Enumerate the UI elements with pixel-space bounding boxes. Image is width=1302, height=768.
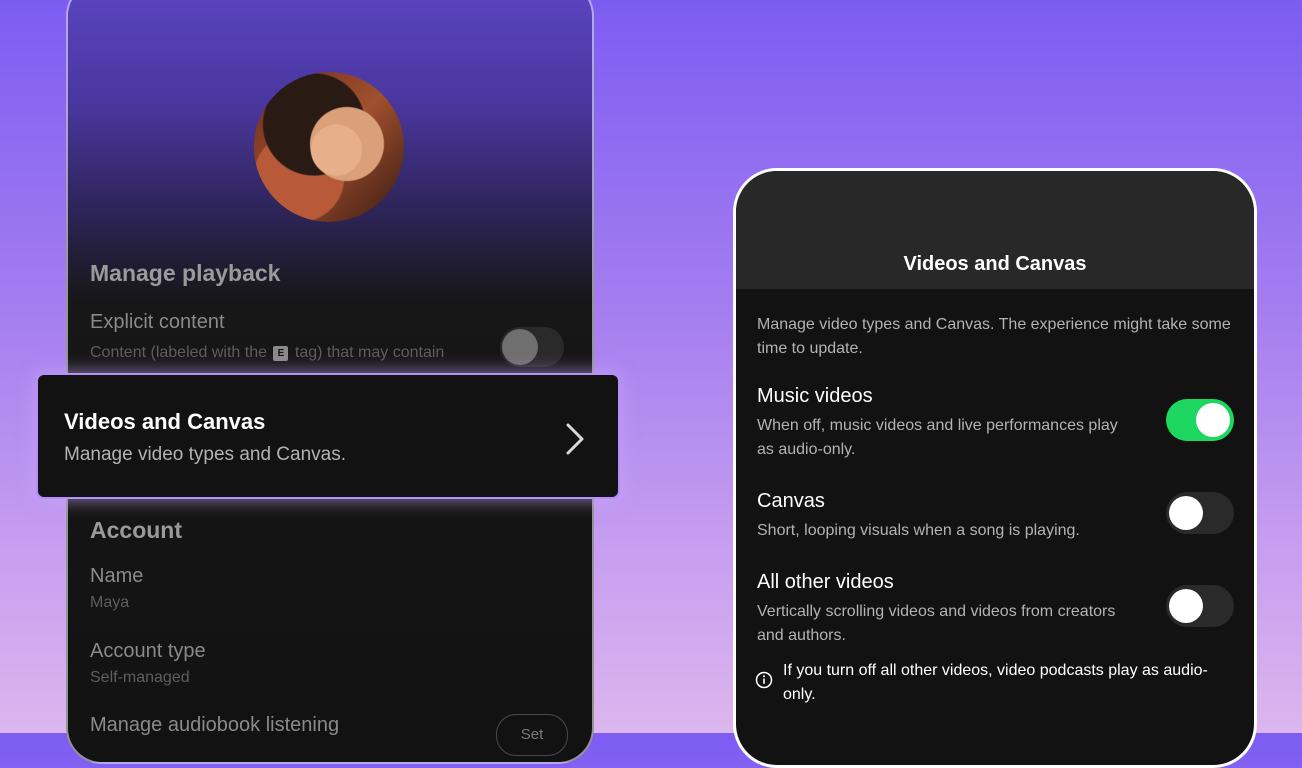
toggle-knob (502, 329, 538, 365)
right-phone-videos-canvas-screen: Videos and Canvas Manage video types and… (733, 168, 1257, 768)
profile-avatar[interactable] (254, 72, 404, 222)
videos-and-canvas-title: Videos and Canvas (64, 409, 266, 434)
explicit-content-title: Explicit content (90, 311, 225, 333)
name-value: Maya (90, 594, 130, 611)
explicit-content-toggle[interactable] (500, 327, 564, 367)
screen-title: Videos and Canvas (903, 253, 1087, 275)
info-icon (755, 671, 773, 689)
manage-playback-heading: Manage playback (90, 260, 281, 286)
canvas-title: Canvas (757, 490, 825, 512)
intro-text: Manage video types and Canvas. The exper… (757, 316, 1231, 357)
canvas-toggle[interactable] (1166, 492, 1234, 534)
all-other-videos-toggle[interactable] (1166, 585, 1234, 627)
music-videos-toggle[interactable] (1166, 399, 1234, 441)
screen-header: Videos and Canvas (736, 171, 1254, 289)
account-type-value: Self-managed (90, 669, 190, 686)
chevron-right-icon (566, 423, 584, 455)
explicit-content-description: Content (labeled with the E tag) that ma… (90, 344, 444, 362)
explicit-tag-icon: E (273, 346, 289, 361)
info-note-text: If you turn off all other videos, video … (783, 662, 1208, 703)
toggle-knob (1196, 403, 1230, 437)
music-videos-title: Music videos (757, 385, 873, 407)
music-videos-description: When off, music videos and live performa… (757, 417, 1118, 458)
canvas-description: Short, looping visuals when a song is pl… (757, 522, 1080, 539)
videos-and-canvas-subtitle: Manage video types and Canvas. (64, 444, 347, 465)
audiobook-set-button[interactable]: Set (496, 714, 568, 756)
videos-and-canvas-row[interactable]: Videos and Canvas Manage video types and… (36, 373, 620, 499)
all-other-videos-title: All other videos (757, 571, 894, 593)
account-type-label: Account type (90, 640, 206, 662)
name-label: Name (90, 565, 144, 587)
toggle-knob (1169, 496, 1203, 530)
explicit-desc-before: Content (labeled with the (90, 344, 267, 361)
account-heading: Account (90, 517, 182, 543)
manage-audiobook-label: Manage audiobook listening (90, 714, 340, 736)
all-other-videos-description: Vertically scrolling videos and videos f… (757, 603, 1116, 644)
toggle-knob (1169, 589, 1203, 623)
explicit-desc-after: tag) that may contain (294, 344, 445, 361)
